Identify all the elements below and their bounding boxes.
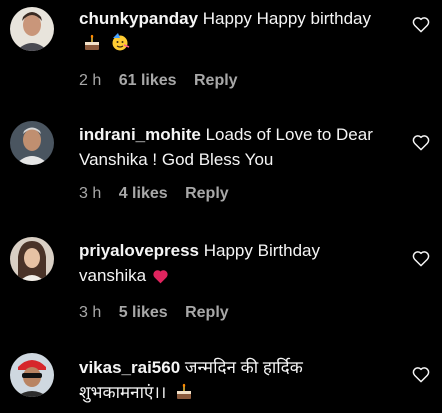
comment-content: chunkypanday Happy Happy birthday 2 h 61… (79, 6, 379, 91)
reply-button[interactable]: Reply (185, 304, 229, 321)
comment-text-block: chunkypanday Happy Happy birthday (79, 6, 379, 59)
comment-username[interactable]: indrani_mohite (79, 125, 201, 144)
reply-button[interactable]: Reply (185, 185, 229, 202)
partying-face-emoji (110, 32, 130, 59)
comment-meta: 3 h 5 likes Reply (79, 303, 379, 323)
heart-outline-icon[interactable] (412, 366, 430, 383)
comment-content: priyalovepress Happy Birthday vanshika 3… (79, 238, 379, 323)
comment-username[interactable]: vikas_rai560 (79, 358, 180, 377)
comment-time: 2 h (79, 72, 102, 89)
comment-time: 3 h (79, 304, 102, 321)
heart-outline-icon[interactable] (412, 134, 430, 151)
avatar[interactable] (10, 237, 54, 281)
cake-emoji (83, 34, 101, 59)
comment-meta: 2 h 61 likes Reply (79, 71, 379, 91)
comment-text-block: vikas_rai560 जन्मदिन की हार्दिक शुभकामना… (79, 355, 379, 408)
comment-content: indrani_mohite Loads of Love to Dear Van… (79, 122, 379, 204)
comment-meta: 3 h 4 likes Reply (79, 184, 379, 204)
comment-likes[interactable]: 4 likes (119, 185, 168, 202)
comment-likes[interactable]: 5 likes (119, 304, 168, 321)
red-heart-emoji (152, 266, 169, 291)
avatar[interactable] (10, 7, 54, 51)
comment-likes[interactable]: 61 likes (119, 72, 177, 89)
avatar[interactable] (10, 353, 54, 397)
avatar[interactable] (10, 121, 54, 165)
comment-time: 3 h (79, 185, 102, 202)
comment-content: vikas_rai560 जन्मदिन की हार्दिक शुभकामना… (79, 355, 379, 408)
comment-text: Happy Happy birthday (202, 9, 371, 28)
comment-text-block: priyalovepress Happy Birthday vanshika (79, 238, 379, 291)
heart-outline-icon[interactable] (412, 250, 430, 267)
comment-username[interactable]: chunkypanday (79, 9, 198, 28)
cake-emoji (175, 383, 193, 408)
comment-username[interactable]: priyalovepress (79, 241, 199, 260)
heart-outline-icon[interactable] (412, 16, 430, 33)
comment-text-block: indrani_mohite Loads of Love to Dear Van… (79, 122, 379, 172)
reply-button[interactable]: Reply (194, 72, 238, 89)
